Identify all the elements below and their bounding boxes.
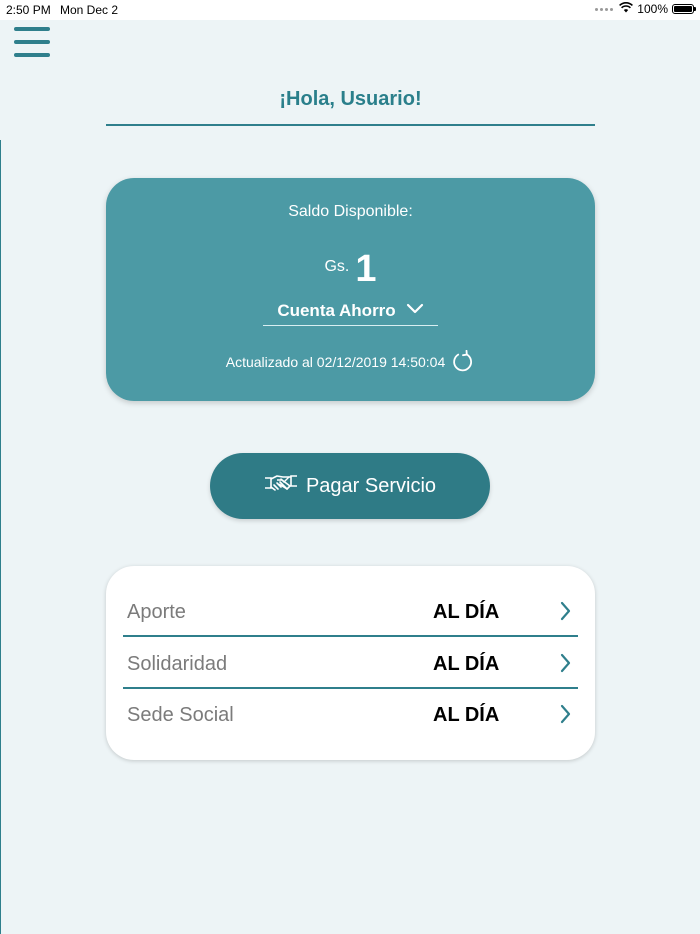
menu-icon-bar <box>14 40 50 44</box>
last-updated-text: Actualizado al 02/12/2019 14:50:04 <box>225 354 446 370</box>
contribution-status-card: Aporte AL DÍA Solidaridad AL DÍA Sede So… <box>106 566 595 760</box>
left-edge-divider <box>0 140 1 934</box>
row-status: AL DÍA <box>433 601 500 623</box>
menu-button[interactable] <box>14 27 52 59</box>
status-row-sede-social[interactable]: Sede Social AL DÍA <box>123 690 578 740</box>
currency-label: Gs. <box>324 258 350 275</box>
battery-icon <box>672 4 696 14</box>
row-divider <box>123 635 578 637</box>
account-label: Cuenta Ahorro <box>277 300 396 320</box>
last-updated: Actualizado al 02/12/2019 14:50:04 <box>106 350 595 374</box>
chevron-down-icon <box>406 302 424 320</box>
signal-icon <box>595 7 614 11</box>
menu-icon-bar <box>14 53 50 57</box>
status-row-solidaridad[interactable]: Solidaridad AL DÍA <box>123 639 578 689</box>
amount-value: 1 <box>355 248 377 290</box>
greeting-title: ¡Hola, Usuario! <box>279 88 422 110</box>
status-time: 2:50 PM <box>6 3 51 17</box>
pay-service-button[interactable]: Pagar Servicio <box>210 453 490 519</box>
handshake-icon <box>264 471 298 501</box>
balance-amount: Gs. 1 <box>106 248 595 291</box>
chevron-right-icon <box>560 704 572 729</box>
status-bar: 2:50 PM Mon Dec 2 100% <box>0 0 700 20</box>
row-label: Aporte <box>127 601 186 623</box>
wifi-icon <box>619 2 634 16</box>
pay-service-label: Pagar Servicio <box>305 474 437 497</box>
balance-card: Saldo Disponible: Gs. 1 Cuenta Ahorro Act… <box>106 178 595 401</box>
chevron-right-icon <box>560 653 572 678</box>
menu-icon <box>14 27 50 31</box>
row-label: Solidaridad <box>127 653 228 675</box>
status-indicators: 100% <box>595 2 696 16</box>
battery-percent: 100% <box>637 2 668 16</box>
status-date: Mon Dec 2 <box>60 3 119 17</box>
row-status: AL DÍA <box>433 653 500 675</box>
row-divider <box>123 687 578 689</box>
status-row-aporte[interactable]: Aporte AL DÍA <box>123 587 578 637</box>
row-status: AL DÍA <box>433 704 500 726</box>
greeting-underline <box>106 124 595 126</box>
row-label: Sede Social <box>127 704 234 726</box>
account-selector[interactable]: Cuenta Ahorro <box>263 296 438 326</box>
chevron-right-icon <box>560 601 572 626</box>
refresh-icon[interactable] <box>451 350 475 374</box>
balance-label: Saldo Disponible: <box>288 203 413 220</box>
